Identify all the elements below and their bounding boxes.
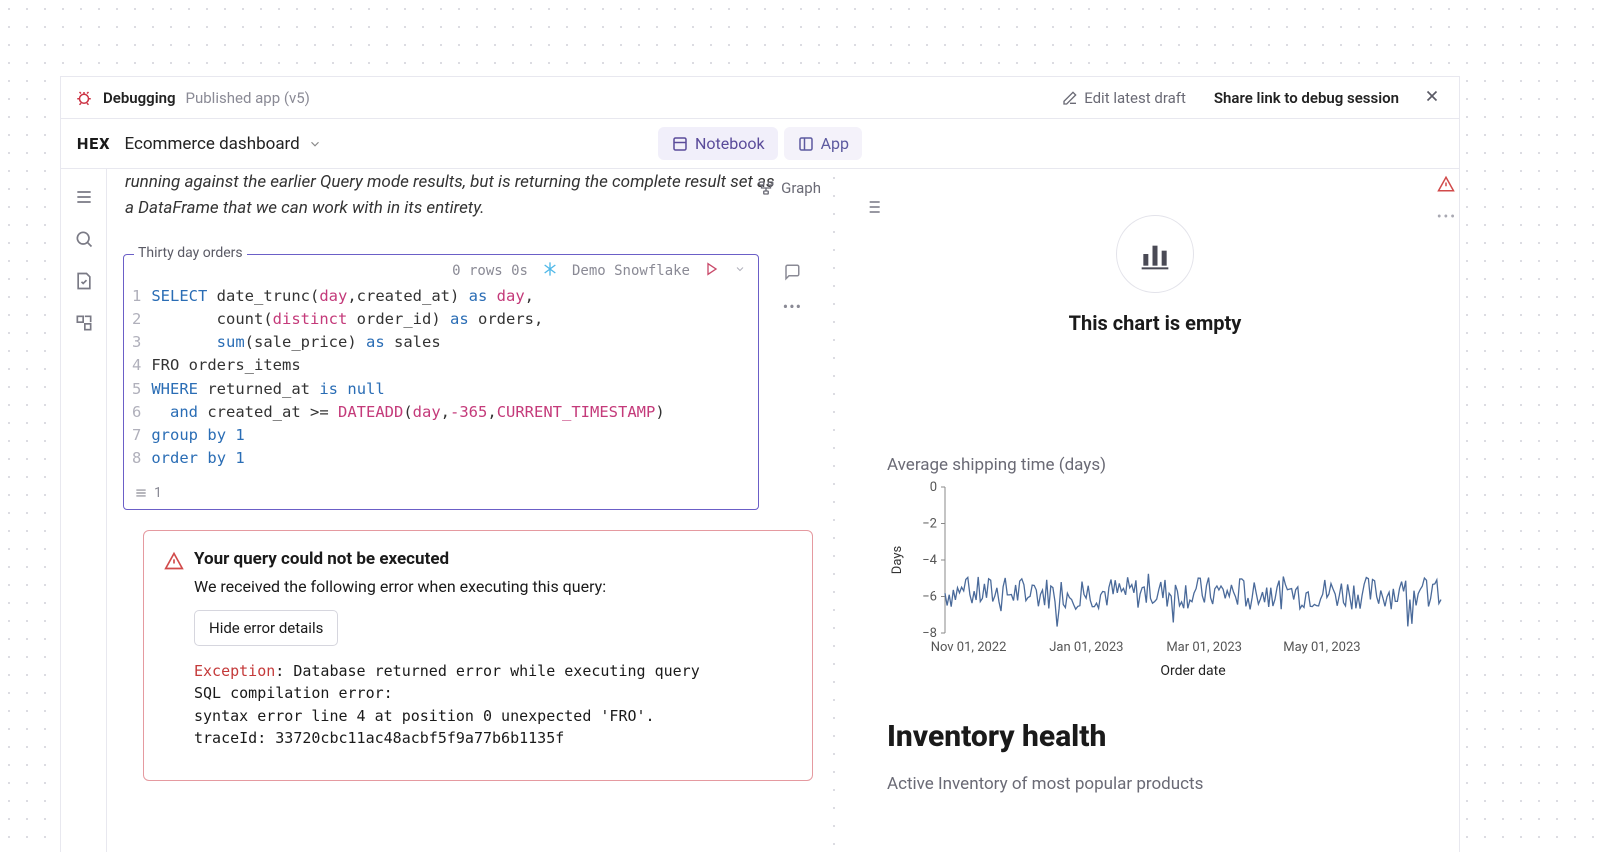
section-title: Inventory health bbox=[887, 719, 1447, 754]
error-body: Exception: Database returned error while… bbox=[194, 660, 700, 750]
exception-label: Exception bbox=[194, 662, 275, 680]
cell-footer-count: 1 bbox=[154, 485, 162, 501]
more-icon[interactable]: ••• bbox=[1437, 209, 1457, 225]
chevron-down-icon bbox=[308, 137, 322, 151]
markdown-prose: running against the earlier Query mode r… bbox=[123, 169, 825, 236]
debug-title: Debugging bbox=[103, 89, 176, 107]
notebook-pane: Graph running against the earlier Query … bbox=[107, 169, 825, 852]
warning-icon bbox=[164, 551, 184, 575]
graph-label: Graph bbox=[781, 179, 821, 197]
line-gutter: 12345678 bbox=[132, 285, 141, 471]
notebook-tab[interactable]: Notebook bbox=[658, 127, 778, 160]
svg-text:−8: −8 bbox=[922, 626, 937, 641]
main-area: Graph running against the earlier Query … bbox=[107, 169, 1459, 852]
hide-error-details-button[interactable]: Hide error details bbox=[194, 610, 338, 646]
comment-icon[interactable] bbox=[783, 263, 802, 285]
debug-bar: Debugging Published app (v5) Edit latest… bbox=[61, 77, 1459, 119]
svg-text:−4: −4 bbox=[922, 553, 937, 568]
svg-text:−6: −6 bbox=[922, 590, 937, 605]
sql-cell[interactable]: Thirty day orders ••• 0 rows 0s Demo Sno… bbox=[123, 254, 759, 510]
search-icon[interactable] bbox=[74, 229, 94, 253]
empty-chart-placeholder: This chart is empty bbox=[863, 215, 1447, 335]
svg-text:Mar 01, 2023: Mar 01, 2023 bbox=[1166, 640, 1242, 655]
chart-title: Average shipping time (days) bbox=[887, 455, 1447, 475]
error-title: Your query could not be executed bbox=[194, 549, 700, 569]
bar-chart-icon bbox=[1116, 215, 1194, 293]
cell-footer[interactable]: 1 bbox=[134, 485, 162, 501]
error-subtitle: We received the following error when exe… bbox=[194, 577, 700, 596]
project-title-text: Ecommerce dashboard bbox=[124, 134, 299, 154]
notebook-icon bbox=[671, 135, 689, 153]
empty-chart-title: This chart is empty bbox=[863, 311, 1447, 335]
svg-text:May 01, 2023: May 01, 2023 bbox=[1283, 640, 1360, 655]
error-box: Your query could not be executed We rece… bbox=[143, 530, 813, 781]
app-tab[interactable]: App bbox=[784, 127, 862, 160]
chevron-down-icon[interactable] bbox=[734, 263, 746, 279]
section-subtitle: Active Inventory of most popular product… bbox=[887, 774, 1447, 794]
chart-svg: 0 −2 −4 −6 −8 Days Nov 01, 2022 Jan 01, 2023 Mar… bbox=[887, 481, 1447, 681]
list-icon bbox=[134, 486, 148, 500]
app-icon bbox=[797, 135, 815, 153]
close-icon[interactable] bbox=[1419, 83, 1445, 113]
content-row: Graph running against the earlier Query … bbox=[61, 169, 1459, 852]
pane-divider[interactable] bbox=[825, 169, 845, 852]
cell-side-icons: ••• bbox=[783, 263, 802, 316]
project-title[interactable]: Ecommerce dashboard bbox=[124, 134, 321, 154]
warning-icon[interactable] bbox=[1437, 175, 1455, 197]
shipping-chart: Average shipping time (days) 0 −2 −4 −6 −8 Da… bbox=[863, 455, 1447, 685]
svg-text:Jan 01, 2023: Jan 01, 2023 bbox=[1049, 640, 1123, 655]
connection-name[interactable]: Demo Snowflake bbox=[572, 263, 690, 279]
app-tab-label: App bbox=[821, 134, 849, 153]
graph-badge[interactable]: Graph bbox=[757, 179, 821, 197]
data-icon[interactable] bbox=[74, 271, 94, 295]
row-stats: 0 rows 0s bbox=[452, 263, 528, 279]
more-icon[interactable]: ••• bbox=[783, 297, 802, 316]
svg-text:0: 0 bbox=[930, 481, 937, 495]
snowflake-icon bbox=[542, 261, 558, 281]
components-icon[interactable] bbox=[74, 313, 94, 337]
code-editor[interactable]: 12345678 SELECT date_trunc(day,created_a… bbox=[124, 283, 758, 509]
notebook-tab-label: Notebook bbox=[695, 134, 765, 153]
edit-latest-draft-button[interactable]: Edit latest draft bbox=[1054, 85, 1194, 111]
logo: HEX bbox=[77, 134, 110, 153]
edit-label: Edit latest draft bbox=[1084, 89, 1186, 107]
bug-icon bbox=[75, 89, 93, 107]
graph-icon bbox=[757, 179, 775, 197]
cell-name-label: Thirty day orders bbox=[134, 245, 247, 261]
svg-text:Order date: Order date bbox=[1160, 663, 1225, 679]
app-preview-pane: ••• This chart is empty Average shipping… bbox=[845, 169, 1459, 852]
outline-icon[interactable] bbox=[74, 187, 94, 211]
svg-text:−2: −2 bbox=[922, 517, 937, 532]
code-content: SELECT date_trunc(day,created_at) as day… bbox=[151, 285, 664, 471]
app-frame: Debugging Published app (v5) Edit latest… bbox=[60, 76, 1460, 852]
share-debug-link-button[interactable]: Share link to debug session bbox=[1204, 85, 1409, 111]
left-rail bbox=[61, 169, 107, 852]
view-switch: Notebook App bbox=[658, 127, 862, 160]
app-header: HEX Ecommerce dashboard Notebook App bbox=[61, 119, 1459, 169]
svg-text:Days: Days bbox=[890, 546, 905, 575]
run-icon[interactable] bbox=[704, 261, 720, 281]
svg-text:Nov 01, 2022: Nov 01, 2022 bbox=[931, 640, 1007, 655]
debug-subtitle: Published app (v5) bbox=[186, 89, 310, 107]
